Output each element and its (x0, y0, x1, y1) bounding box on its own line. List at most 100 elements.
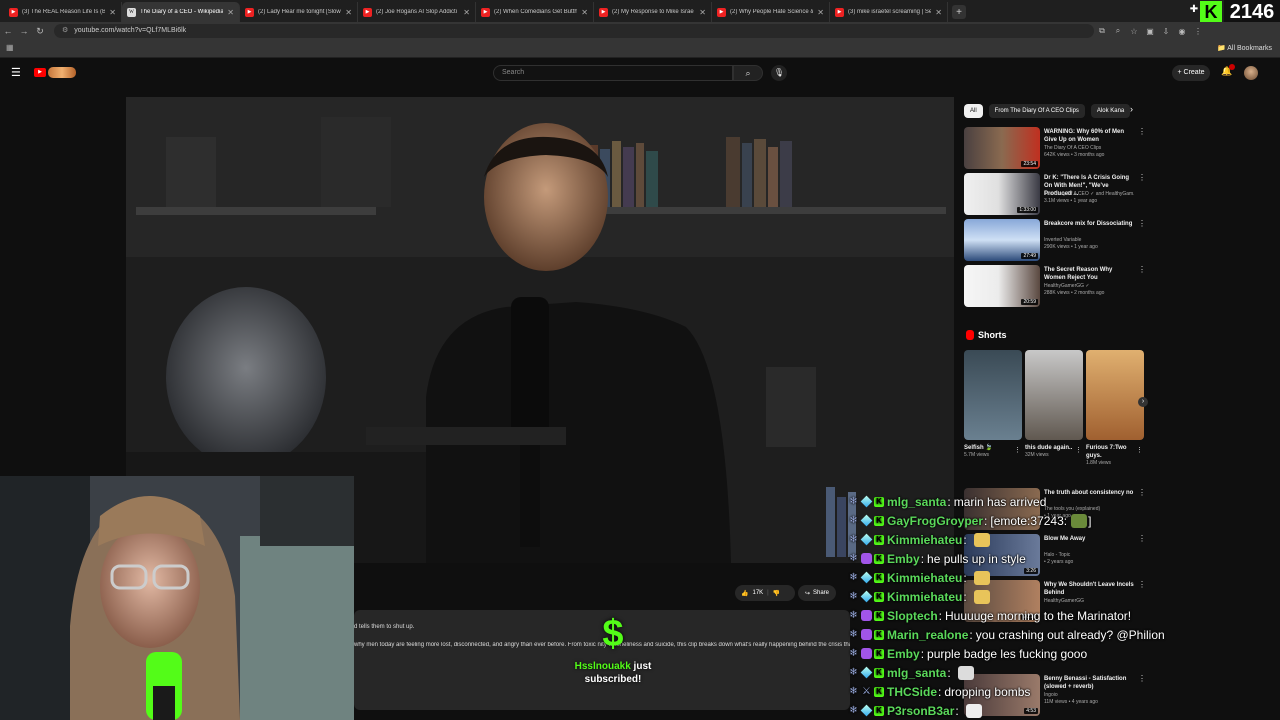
recommended-video[interactable]: 1:33:00 Dr K: "There Is A Crisis Going On… (964, 173, 1146, 217)
video-thumbnail[interactable]: 23:54 (964, 127, 1040, 169)
close-icon[interactable]: ✕ (699, 8, 706, 17)
chat-username[interactable]: THCSide (887, 685, 937, 699)
forward-icon[interactable]: → (16, 26, 32, 36)
short-thumbnail[interactable] (964, 350, 1022, 440)
new-tab-button[interactable]: + (952, 5, 966, 19)
search-icon: ⌕ (745, 68, 751, 78)
chat-badges: ❄ K (848, 666, 884, 679)
channel-name[interactable]: Inverted Variable (1044, 237, 1134, 243)
short-video[interactable]: Furious 7:Two guys. 1.8M views ⋮ (1086, 350, 1144, 466)
short-thumbnail[interactable] (1025, 350, 1083, 440)
channel-name[interactable]: The Diary Of A CEO Clips (1044, 145, 1134, 151)
site-info-icon[interactable]: ⚙ (62, 24, 68, 38)
close-icon[interactable]: ✕ (227, 8, 234, 17)
chat-message: ❄ ⚔ K THCSide: dropping bombs (848, 682, 1280, 701)
extension-icon[interactable]: ▣ (1142, 27, 1158, 36)
like-button[interactable]: 👍 17K | 👎 (735, 585, 795, 601)
chat-username[interactable]: P3rsonB3ar (887, 704, 954, 718)
browser-tab[interactable]: W The Diary of a CEO - Wikipedia ✕ (122, 2, 240, 22)
browser-tab[interactable]: ▶ (2) Why People Hate Science & ✕ (712, 2, 830, 22)
browser-tab[interactable]: ▶ (2) Joe Rogans AI Slop Addicti ✕ (358, 2, 476, 22)
back-icon[interactable]: ← (0, 26, 16, 36)
more-options-icon[interactable]: ⋮ (1136, 446, 1143, 454)
chat-username[interactable]: mlg_santa (887, 666, 946, 680)
close-icon[interactable]: ✕ (581, 8, 588, 17)
chat-colon: : (955, 703, 959, 718)
recommended-video[interactable]: 27:49 Breakcore mix for Dissociating Inver… (964, 219, 1146, 263)
url-input[interactable]: ⚙ youtube.com/watch?v=QLf7MLBi6lk (54, 24, 1094, 38)
short-title[interactable]: Furious 7:Two guys. (1086, 444, 1134, 460)
video-thumbnail[interactable]: 1:33:00 (964, 173, 1040, 215)
youtube-icon: ▶ (599, 7, 608, 17)
chevron-right-icon[interactable]: › (1138, 397, 1148, 407)
search-input[interactable]: Search (493, 65, 733, 81)
recommended-video[interactable]: 20:59 The Secret Reason Why Women Reject … (964, 265, 1146, 309)
channel-name[interactable]: HealthyGamerGG ✓ (1044, 283, 1134, 289)
short-title[interactable]: Selfish 🍃 (964, 444, 1012, 452)
close-icon[interactable]: ✕ (935, 8, 942, 17)
chat-username[interactable]: Kimmiehateu (887, 533, 962, 547)
youtube-logo-icon[interactable]: ▶ (34, 68, 46, 77)
short-title[interactable]: this dude again.. (1025, 444, 1073, 452)
close-icon[interactable]: ✕ (109, 8, 116, 17)
more-options-icon[interactable]: ⋮ (1075, 446, 1082, 454)
video-thumbnail[interactable]: 20:59 (964, 265, 1040, 307)
extensions-icon[interactable]: ✚ (1188, 4, 1200, 16)
video-title[interactable]: Breakcore mix for Dissociating (1044, 220, 1134, 228)
hamburger-menu-icon[interactable]: ☰ (11, 66, 21, 79)
create-button[interactable]: + Create (1172, 65, 1210, 81)
recommended-video[interactable]: 23:54 WARNING: Why 60% of Men Give Up on … (964, 127, 1146, 171)
all-bookmarks-link[interactable]: 📁 All Bookmarks (1217, 44, 1272, 52)
filter-chip[interactable]: From The Diary Of A CEO Clips (988, 104, 1085, 118)
avatar[interactable] (1244, 66, 1258, 80)
filter-chip[interactable]: Alok Kana (1090, 104, 1131, 118)
chat-username[interactable]: Sloptech (887, 609, 938, 623)
chat-username[interactable]: Kimmiehateu (887, 590, 962, 604)
close-icon[interactable]: ✕ (463, 8, 470, 17)
video-thumbnail[interactable]: 27:49 (964, 219, 1040, 261)
filter-chip[interactable]: All (964, 104, 983, 118)
channel-name[interactable]: The Diary Of A CEO ✓ and HealthyGam... (1044, 191, 1134, 197)
video-title[interactable]: The Secret Reason Why Women Reject You (1044, 266, 1134, 282)
browser-tab[interactable]: ▶ (2) Lady Hear me tonight [Slow ✕ (240, 2, 358, 22)
more-options-icon[interactable]: ⋮ (1014, 446, 1021, 454)
browser-tab[interactable]: ▶ (3) The REAL Reason Life Is (Br ✕ (4, 2, 122, 22)
more-options-icon[interactable]: ⋮ (1138, 219, 1146, 228)
zoom-icon[interactable]: ⌕ (1110, 26, 1126, 36)
kick-subscriber-badge-icon: K (874, 705, 884, 716)
close-icon[interactable]: ✕ (345, 8, 352, 17)
browser-tab[interactable]: ▶ (3) mike israetel screaming | Se ✕ (830, 2, 948, 22)
chevron-right-icon[interactable]: › (1130, 104, 1133, 114)
more-options-icon[interactable]: ⋮ (1138, 173, 1146, 182)
chat-username[interactable]: Emby (887, 647, 920, 661)
chat-username[interactable]: GayFrogGroyper (887, 514, 983, 528)
menu-icon[interactable]: ⋮ (1190, 27, 1206, 36)
profile-icon[interactable]: ◉ (1174, 27, 1190, 36)
share-button[interactable]: ↪ Share (798, 585, 836, 601)
reload-icon[interactable]: ↻ (32, 26, 48, 37)
chat-colon: : (947, 665, 951, 680)
short-video[interactable]: Selfish 🍃 5.7M views ⋮ (964, 350, 1022, 458)
chat-username[interactable]: Marin_realone (887, 628, 968, 642)
chat-username[interactable]: Emby (887, 552, 920, 566)
browser-tab[interactable]: ▶ (2) When Comedians Get Butth ✕ (476, 2, 594, 22)
chat-badges: ❄ K (848, 571, 884, 584)
short-thumbnail[interactable] (1086, 350, 1144, 440)
voice-search-button[interactable]: 🎙 (771, 65, 787, 81)
short-video[interactable]: this dude again.. 32M views ⋮ (1025, 350, 1083, 458)
frog-emote-icon (1071, 513, 1088, 528)
youtube-doodle-logo[interactable] (48, 67, 76, 78)
video-title[interactable]: WARNING: Why 60% of Men Give Up on Women (1044, 128, 1134, 144)
chat-username[interactable]: mlg_santa (887, 495, 946, 509)
downloads-icon[interactable]: ⇩ (1158, 27, 1174, 36)
close-icon[interactable]: ✕ (817, 8, 824, 17)
cast-icon[interactable]: ⧉ (1094, 26, 1110, 36)
search-button[interactable]: ⌕ (733, 65, 763, 81)
chat-username[interactable]: Kimmiehateu (887, 571, 962, 585)
more-options-icon[interactable]: ⋮ (1138, 127, 1146, 136)
more-options-icon[interactable]: ⋮ (1138, 265, 1146, 274)
bookmark-star-icon[interactable]: ☆ (1126, 27, 1142, 36)
apps-grid-icon[interactable]: ▦ (6, 43, 14, 52)
browser-tab[interactable]: ▶ (2) My Response to Mike Israe ✕ (594, 2, 712, 22)
thumbs-down-icon[interactable]: 👎 (773, 590, 780, 597)
